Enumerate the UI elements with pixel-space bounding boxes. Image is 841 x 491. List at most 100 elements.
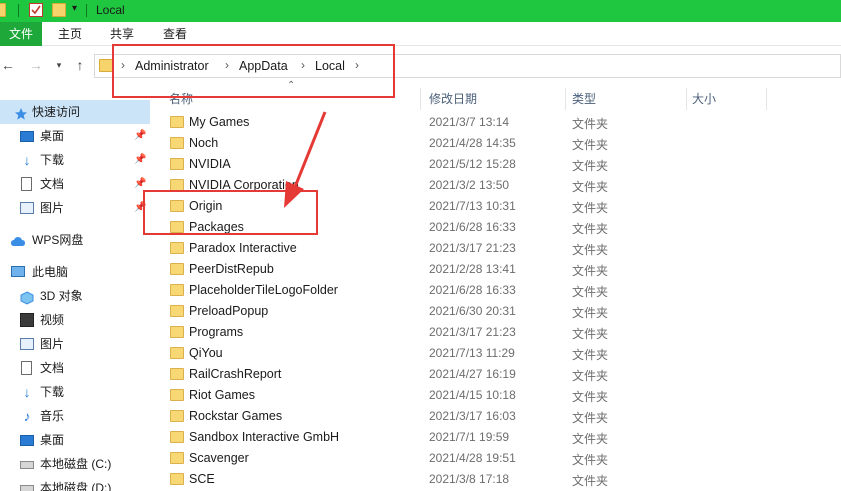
sidebar-item-label: 图片 — [40, 337, 65, 351]
file-name: PlaceholderTileLogoFolder — [189, 283, 338, 297]
title-bar: ▾ Local — [0, 0, 841, 22]
sidebar-item-drive-c[interactable]: 本地磁盘 (C:) — [0, 452, 150, 476]
file-row[interactable]: PlaceholderTileLogoFolder 2021/6/28 16:33… — [160, 280, 841, 301]
file-name: QiYou — [189, 346, 223, 360]
file-date: 2021/6/28 16:33 — [429, 283, 516, 297]
star-icon — [14, 105, 28, 120]
drive-icon — [20, 461, 34, 469]
file-date: 2021/4/28 14:35 — [429, 136, 516, 150]
sidebar-item-label: 下载 — [40, 385, 65, 399]
file-row[interactable]: RailCrashReport 2021/4/27 16:19 文件夹 — [160, 364, 841, 385]
sidebar-item-drive-d[interactable]: 本地磁盘 (D:) — [0, 476, 150, 491]
folder-icon — [0, 3, 6, 17]
file-type: 文件夹 — [572, 159, 609, 173]
file-row[interactable]: PeerDistRepub 2021/2/28 13:41 文件夹 — [160, 259, 841, 280]
sidebar-item-documents[interactable]: 文档 📌 — [0, 172, 150, 196]
video-icon — [20, 313, 34, 327]
tab-share[interactable]: 共享 — [104, 22, 140, 46]
folder-icon — [170, 284, 184, 296]
file-date: 2021/4/27 16:19 — [429, 367, 516, 381]
sidebar-item-pictures-pc[interactable]: 图片 — [0, 332, 150, 356]
new-folder-icon[interactable] — [52, 3, 66, 17]
column-divider[interactable] — [766, 88, 767, 110]
folder-icon — [170, 305, 184, 317]
file-date: 2021/5/12 15:28 — [429, 157, 516, 171]
download-icon: ↓ — [23, 152, 31, 168]
sidebar-item-documents-pc[interactable]: 文档 — [0, 356, 150, 380]
picture-icon — [20, 202, 34, 214]
file-type: 文件夹 — [572, 474, 609, 488]
column-header-size[interactable]: 大小 — [692, 88, 716, 110]
sidebar-item-label: 音乐 — [40, 409, 65, 423]
sidebar-item-downloads[interactable]: ↓ 下载 📌 — [0, 148, 150, 172]
file-row[interactable]: Programs 2021/3/17 21:23 文件夹 — [160, 322, 841, 343]
file-name: SCE — [189, 472, 215, 486]
picture-icon — [20, 338, 34, 350]
desktop-icon — [20, 131, 34, 142]
sidebar-item-label: 文档 — [40, 361, 65, 375]
file-date: 2021/2/28 13:41 — [429, 262, 516, 276]
file-name: Noch — [189, 136, 219, 150]
sidebar-item-label: 本地磁盘 (C:) — [40, 457, 112, 471]
recent-locations-icon[interactable]: ▾ — [51, 56, 67, 74]
file-date: 2021/3/2 13:50 — [429, 178, 510, 192]
file-row[interactable]: Riot Games 2021/4/15 10:18 文件夹 — [160, 385, 841, 406]
tab-home[interactable]: 主页 — [52, 22, 88, 46]
file-date: 2021/7/1 19:59 — [429, 430, 510, 444]
tab-view[interactable]: 查看 — [157, 22, 193, 46]
download-icon: ↓ — [23, 384, 31, 400]
file-date: 2021/3/8 17:18 — [429, 472, 510, 486]
sidebar-item-3d-objects[interactable]: 3D 对象 — [0, 284, 150, 308]
sidebar-item-label: 文档 — [40, 177, 65, 191]
file-row[interactable]: Rockstar Games 2021/3/17 16:03 文件夹 — [160, 406, 841, 427]
ribbon-tabs: 文件 主页 共享 查看 — [0, 22, 841, 46]
file-row[interactable]: QiYou 2021/7/13 11:29 文件夹 — [160, 343, 841, 364]
file-row[interactable]: PreloadPopup 2021/6/30 20:31 文件夹 — [160, 301, 841, 322]
file-row[interactable]: Noch 2021/4/28 14:35 文件夹 — [160, 133, 841, 154]
sidebar-item-downloads-pc[interactable]: ↓ 下载 — [0, 380, 150, 404]
sidebar-item-this-pc[interactable]: 此电脑 — [0, 260, 150, 284]
file-date: 2021/3/7 13:14 — [429, 115, 510, 129]
column-header-type[interactable]: 类型 — [572, 88, 596, 110]
file-row[interactable]: SCE 2021/3/8 17:18 文件夹 — [160, 469, 841, 490]
sidebar-item-desktop[interactable]: 桌面 📌 — [0, 124, 150, 148]
file-name: NVIDIA — [189, 157, 231, 171]
sidebar-item-desktop-pc[interactable]: 桌面 — [0, 428, 150, 452]
sidebar-item-videos[interactable]: 视频 — [0, 308, 150, 332]
sidebar-item-label: 桌面 — [40, 433, 65, 447]
back-icon[interactable]: ← — [0, 56, 16, 74]
file-row[interactable]: Sandbox Interactive GmbH 2021/7/1 19:59 文件… — [160, 427, 841, 448]
file-row[interactable]: My Games 2021/3/7 13:14 文件夹 — [160, 112, 841, 133]
sidebar-item-pictures[interactable]: 图片 📌 — [0, 196, 150, 220]
sidebar-item-label: 快速访问 — [32, 105, 81, 119]
properties-icon[interactable] — [29, 3, 43, 17]
file-type: 文件夹 — [572, 411, 609, 425]
file-row[interactable]: Paradox Interactive 2021/3/17 21:23 文件夹 — [160, 238, 841, 259]
forward-icon[interactable]: → — [28, 56, 44, 74]
column-divider[interactable] — [686, 88, 687, 110]
file-date: 2021/6/30 20:31 — [429, 304, 516, 318]
pin-icon[interactable]: 📌 — [134, 148, 146, 172]
sidebar-item-label: 图片 — [40, 201, 65, 215]
column-divider[interactable] — [420, 88, 421, 110]
sidebar-item-wps-cloud[interactable]: WPS网盘 — [0, 228, 150, 252]
column-header-modified[interactable]: 修改日期 — [429, 88, 477, 110]
file-name: Riot Games — [189, 388, 255, 402]
folder-icon — [170, 158, 184, 170]
tab-file[interactable]: 文件 — [0, 22, 42, 46]
sidebar-item-label: WPS网盘 — [32, 233, 84, 247]
up-icon[interactable]: ↑ — [72, 56, 88, 74]
file-row[interactable]: Scavenger 2021/4/28 19:51 文件夹 — [160, 448, 841, 469]
pin-icon[interactable]: 📌 — [134, 124, 146, 148]
column-divider[interactable] — [565, 88, 566, 110]
file-name: Paradox Interactive — [189, 241, 297, 255]
file-row[interactable]: NVIDIA 2021/5/12 15:28 文件夹 — [160, 154, 841, 175]
file-name: RailCrashReport — [189, 367, 282, 381]
file-list: My Games 2021/3/7 13:14 文件夹 Noch 2021/4/28 1… — [160, 112, 841, 490]
quick-access-dropdown-icon[interactable]: ▾ — [72, 3, 77, 14]
annotation-box-origin — [143, 190, 318, 235]
document-icon — [21, 177, 32, 191]
sidebar-item-quick-access[interactable]: 快速访问 — [0, 100, 150, 124]
file-name: Rockstar Games — [189, 409, 283, 423]
sidebar-item-music[interactable]: ♪ 音乐 — [0, 404, 150, 428]
